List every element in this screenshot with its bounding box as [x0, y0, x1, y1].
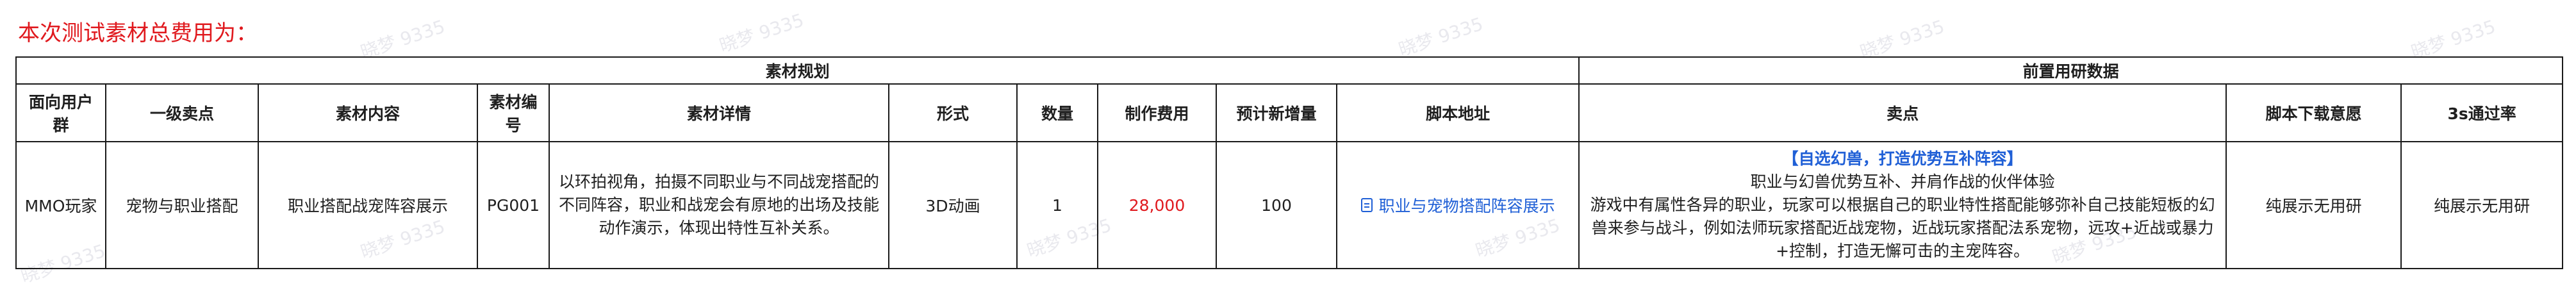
watermark: 晓梦 9335 — [716, 9, 807, 57]
column-header: 制作费用 — [1097, 83, 1217, 142]
column-header: 脚本地址 — [1335, 83, 1580, 142]
table-row: MMO玩家 宠物与职业搭配 职业搭配战宠阵容展示 PG001 以环拍视角，拍摄不… — [15, 141, 2564, 269]
column-header: 素材内容 — [258, 83, 478, 142]
script-link-label: 职业与宠物搭配阵容展示 — [1378, 197, 1555, 215]
cell-primary-point[interactable]: 宠物与职业搭配 — [105, 141, 259, 269]
group-header-material-plan: 素材规划 — [15, 56, 1580, 85]
column-header: 面向用户群 — [15, 83, 106, 142]
column-header: 素材详情 — [549, 83, 889, 142]
column-header: 卖点 — [1578, 83, 2227, 142]
cell-cost[interactable]: 28,000 — [1097, 141, 1217, 269]
column-header: 一级卖点 — [105, 83, 259, 142]
column-header: 预计新增量 — [1216, 83, 1337, 142]
cell-detail[interactable]: 以环拍视角，拍摄不同职业与不同战宠搭配的不同阵容，职业和战宠会有原地的出场及技能… — [549, 141, 889, 269]
selling-point-subtitle: 职业与幻兽优势互补、并肩作战的伙伴体验 — [1750, 172, 2055, 191]
column-header: 素材编号 — [477, 83, 550, 142]
watermark: 晓梦 9335 — [1396, 13, 1486, 61]
column-header-row: 面向用户群 一级卖点 素材内容 素材编号 素材详情 形式 数量 制作费用 预计新… — [15, 83, 2564, 142]
cell-content[interactable]: 职业搭配战宠阵容展示 — [258, 141, 478, 269]
selling-point-heading: 【自选幻兽，打造优势互补阵容】 — [1782, 149, 2023, 168]
column-header: 数量 — [1016, 83, 1098, 142]
group-header-user-research: 前置用研数据 — [1578, 56, 2564, 85]
page-title: 本次测试素材总费用为： — [18, 21, 258, 46]
column-header: 脚本下载意愿 — [2225, 83, 2402, 142]
cell-audience[interactable]: MMO玩家 — [15, 141, 106, 269]
cell-quantity[interactable]: 1 — [1016, 141, 1098, 269]
cell-download-intent[interactable]: 纯展示无用研 — [2225, 141, 2402, 269]
cell-selling-point[interactable]: 【自选幻兽，打造优势互补阵容】 职业与幻兽优势互补、并肩作战的伙伴体验 游戏中有… — [1578, 141, 2227, 269]
material-plan-table: 素材规划 前置用研数据 面向用户群 一级卖点 素材内容 素材编号 素材详情 形式… — [15, 56, 2564, 269]
cell-script-link[interactable]: 职业与宠物搭配阵容展示 — [1335, 141, 1580, 269]
cell-pass-rate[interactable]: 纯展示无用研 — [2400, 141, 2564, 269]
script-link[interactable]: 职业与宠物搭配阵容展示 — [1360, 194, 1555, 217]
cell-expected-new[interactable]: 100 — [1216, 141, 1337, 269]
column-header: 形式 — [888, 83, 1018, 142]
selling-point-body: 游戏中有属性各异的职业，玩家可以根据自己的职业特性搭配能够弥补自己技能短板的幻兽… — [1590, 195, 2215, 260]
cell-format[interactable]: 3D动画 — [888, 141, 1018, 269]
cell-code[interactable]: PG001 — [477, 141, 550, 269]
group-header-row: 素材规划 前置用研数据 — [15, 56, 2564, 85]
document-icon — [1360, 198, 1373, 212]
column-header: 3s通过率 — [2400, 83, 2564, 142]
